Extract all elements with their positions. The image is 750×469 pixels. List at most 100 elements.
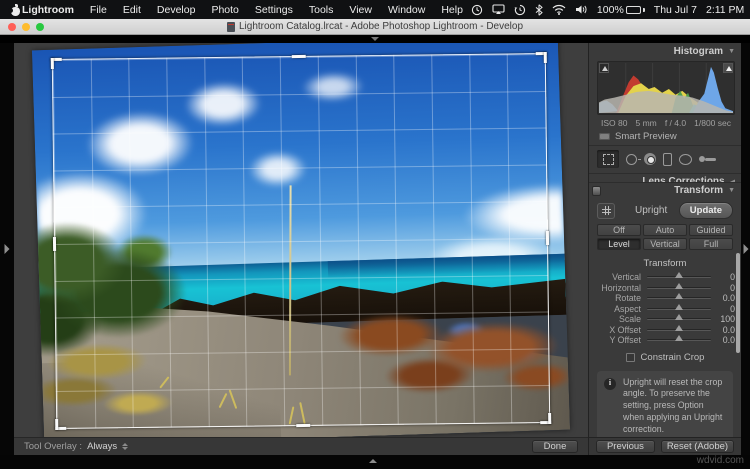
upright-full-button[interactable]: Full	[689, 238, 733, 250]
radial-filter-tool[interactable]	[679, 150, 692, 168]
module-picker-strip[interactable]	[0, 35, 750, 43]
zoom-window-button[interactable]	[36, 23, 44, 31]
slider-thumb[interactable]	[675, 293, 683, 300]
menu-develop[interactable]: Develop	[149, 4, 204, 16]
crop-handle-left[interactable]	[52, 236, 57, 252]
done-button[interactable]: Done	[532, 440, 578, 453]
smart-preview-row[interactable]: Smart Preview	[589, 130, 741, 145]
slider-value[interactable]: 0	[711, 304, 735, 314]
menu-help[interactable]: Help	[433, 4, 471, 16]
slider-value[interactable]: 0	[711, 272, 735, 282]
wifi-icon[interactable]	[552, 4, 566, 15]
show-module-picker-icon[interactable]	[371, 37, 379, 41]
menu-view[interactable]: View	[341, 4, 380, 16]
histogram-display[interactable]	[597, 61, 735, 115]
crop-handle-bottom-right[interactable]	[540, 413, 551, 424]
slider-thumb[interactable]	[675, 335, 683, 342]
close-window-button[interactable]	[8, 23, 16, 31]
aspect-slider[interactable]	[647, 303, 711, 310]
slider-thumb[interactable]	[675, 303, 683, 310]
tool-overlay-value[interactable]: Always	[87, 441, 117, 452]
menu-settings[interactable]: Settings	[247, 4, 301, 16]
slider-value[interactable]: 0.0	[711, 325, 735, 335]
update-button[interactable]: Update	[678, 202, 733, 219]
menu-lightroom[interactable]: Lightroom	[14, 4, 82, 16]
slider-value[interactable]: 100	[711, 314, 735, 324]
slider-thumb[interactable]	[675, 272, 683, 279]
red-eye-tool[interactable]	[644, 150, 656, 168]
menu-edit[interactable]: Edit	[115, 4, 149, 16]
adjustment-brush-tool[interactable]	[699, 150, 716, 168]
radial-filter-icon	[679, 153, 692, 165]
transform-enable-switch[interactable]	[592, 186, 601, 196]
upright-vertical-button[interactable]: Vertical	[643, 238, 687, 250]
battery-icon	[625, 5, 641, 14]
y-offset-slider[interactable]	[647, 335, 711, 342]
rotate-slider[interactable]	[647, 293, 711, 300]
show-left-panel-icon[interactable]	[4, 244, 10, 254]
right-panel-scroll-area[interactable]: Histogram ▼ ISO 80 5 mm f / 4.0 1/800 se…	[589, 43, 741, 437]
highlight-clipping-icon[interactable]	[723, 63, 733, 73]
crop-handle-right[interactable]	[545, 230, 550, 246]
spot-removal-tool[interactable]	[626, 150, 641, 168]
constrain-crop-checkbox[interactable]	[625, 352, 635, 362]
panel-scrollbar[interactable]	[736, 253, 740, 353]
slider-thumb[interactable]	[675, 324, 683, 331]
lens-corrections-clipped[interactable]: Lens Corrections ◀	[589, 173, 741, 182]
crop-handle-bottom[interactable]	[296, 423, 311, 428]
horizontal-slider[interactable]	[647, 282, 711, 289]
crop-handle-bottom-left[interactable]	[55, 419, 66, 430]
menu-time[interactable]: 2:11 PM	[706, 4, 744, 16]
slider-value[interactable]: 0	[711, 283, 735, 293]
slider-value[interactable]: 0.0	[711, 335, 735, 345]
upright-guided-button[interactable]: Guided	[689, 224, 733, 236]
minimize-window-button[interactable]	[22, 23, 30, 31]
x-offset-slider[interactable]	[647, 324, 711, 331]
upright-off-button[interactable]: Off	[597, 224, 641, 236]
histogram-header[interactable]: Histogram ▼	[589, 43, 741, 59]
transform-title: Transform	[674, 185, 724, 196]
slider-value[interactable]: 0.0	[711, 293, 735, 303]
bluetooth-icon[interactable]	[535, 3, 543, 16]
right-panel-edge-strip[interactable]	[741, 43, 750, 455]
constrain-crop-row[interactable]: Constrain Crop	[589, 346, 741, 367]
crop-grid-overlay[interactable]	[51, 52, 551, 430]
collapse-panel-icon[interactable]: ▼	[728, 187, 735, 194]
slider-thumb[interactable]	[675, 282, 683, 289]
menu-date[interactable]: Thu Jul 7	[654, 4, 697, 16]
vertical-slider[interactable]	[647, 272, 711, 279]
lightroom-app: Lightroom File Edit Develop Photo Settin…	[0, 0, 750, 469]
slider-label: Horizontal	[601, 282, 641, 293]
crop-overlay-tool[interactable]	[597, 150, 619, 168]
graduated-filter-tool[interactable]	[663, 150, 672, 168]
slider-thumb[interactable]	[675, 314, 683, 321]
clock-status-icon[interactable]	[471, 4, 483, 16]
crop-handle-top-left[interactable]	[51, 58, 62, 69]
battery-indicator[interactable]: 100%	[597, 4, 645, 16]
slider-row-x-offset: X Offset 0.0	[589, 324, 741, 336]
upright-level-button[interactable]: Level	[597, 238, 641, 250]
hide-right-panel-icon[interactable]	[743, 244, 748, 254]
transform-header[interactable]: Transform ▼	[589, 182, 741, 198]
time-machine-icon[interactable]	[514, 4, 526, 16]
upright-auto-button[interactable]: Auto	[643, 224, 687, 236]
guided-upright-tool-button[interactable]	[597, 202, 615, 219]
left-panel-strip[interactable]	[0, 43, 14, 455]
menu-file[interactable]: File	[82, 4, 115, 16]
show-filmstrip-icon[interactable]	[369, 459, 377, 463]
volume-icon[interactable]	[575, 4, 588, 15]
menu-tools[interactable]: Tools	[301, 4, 342, 16]
filmstrip-strip[interactable]: wdvid.com	[0, 455, 750, 469]
reset-adobe-button[interactable]: Reset (Adobe)	[660, 440, 734, 453]
red-eye-icon	[644, 153, 656, 165]
menu-photo[interactable]: Photo	[203, 4, 246, 16]
crop-handle-top[interactable]	[291, 54, 306, 59]
tool-overlay-stepper-icon[interactable]	[122, 443, 129, 450]
crop-handle-top-right[interactable]	[536, 52, 547, 63]
menu-window[interactable]: Window	[380, 4, 433, 16]
scale-slider[interactable]	[647, 314, 711, 321]
previous-button[interactable]: Previous	[596, 440, 655, 453]
shadow-clipping-icon[interactable]	[599, 63, 609, 73]
display-mirroring-icon[interactable]	[492, 4, 505, 15]
collapse-panel-icon[interactable]: ▼	[728, 48, 735, 55]
